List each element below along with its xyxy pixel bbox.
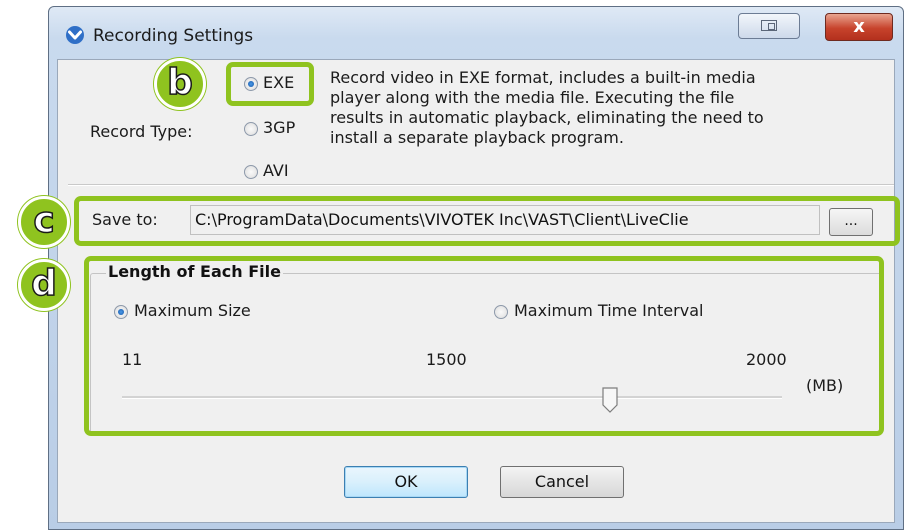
callout-d-letter: d bbox=[30, 262, 57, 305]
cancel-button[interactable]: Cancel bbox=[500, 466, 624, 498]
radio-avi-button[interactable] bbox=[244, 165, 258, 179]
callout-c-highlight bbox=[74, 196, 900, 246]
callout-b-badge: b bbox=[154, 58, 206, 110]
window-title: Recording Settings bbox=[93, 26, 254, 46]
callout-c-letter: c bbox=[33, 199, 56, 242]
description-line: player along with the media file. Execut… bbox=[330, 88, 735, 107]
restore-window-icon bbox=[761, 20, 777, 31]
description-line: install a separate playback program. bbox=[330, 128, 624, 147]
callout-b-letter: b bbox=[166, 61, 193, 104]
callout-d-badge: d bbox=[18, 259, 70, 311]
close-button[interactable]: x bbox=[825, 13, 893, 41]
record-type-label: Record Type: bbox=[90, 122, 193, 141]
section-divider bbox=[68, 184, 894, 186]
radio-3gp-label[interactable]: 3GP bbox=[263, 118, 295, 137]
radio-3gp-button[interactable] bbox=[244, 122, 258, 136]
record-type-description: Record video in EXE format, includes a b… bbox=[330, 68, 870, 148]
description-line: Record video in EXE format, includes a b… bbox=[330, 68, 756, 87]
radio-avi-label[interactable]: AVI bbox=[263, 161, 289, 180]
restore-button[interactable] bbox=[738, 13, 800, 39]
ok-button[interactable]: OK bbox=[344, 466, 468, 498]
callout-b-highlight bbox=[226, 62, 314, 106]
title-bar[interactable]: Recording Settings x bbox=[49, 7, 903, 59]
description-line: results in automatic playback, eliminati… bbox=[330, 108, 764, 127]
callout-c-badge: c bbox=[18, 196, 70, 248]
vivotek-chevron-icon bbox=[66, 26, 84, 44]
callout-d-highlight bbox=[84, 256, 884, 436]
